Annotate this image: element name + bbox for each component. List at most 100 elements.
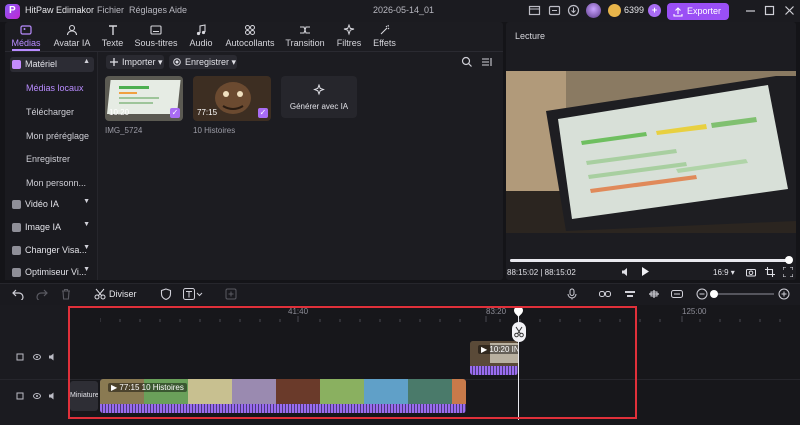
camera-icon[interactable] bbox=[746, 267, 756, 277]
microphone-icon[interactable] bbox=[566, 288, 578, 300]
redo-icon[interactable] bbox=[36, 288, 48, 300]
layout-icon[interactable] bbox=[528, 4, 541, 17]
tab-audio[interactable]: Audio bbox=[187, 24, 215, 50]
record-dropdown[interactable]: Enregistrer ▾ bbox=[169, 55, 237, 69]
media-name: 10 Histoires bbox=[193, 126, 236, 135]
zoom-slider-knob[interactable] bbox=[710, 290, 718, 298]
media-duration: 10:20 bbox=[109, 108, 130, 117]
sidebar-group-label: Vidéo IA bbox=[25, 199, 59, 209]
chevron-up-icon: ▲ bbox=[83, 58, 90, 65]
sidebar-item-telecharger[interactable]: Télécharger bbox=[26, 107, 74, 117]
tab-transition-label: Transition bbox=[285, 38, 325, 48]
volume-icon[interactable] bbox=[621, 267, 631, 277]
list-view-icon[interactable] bbox=[481, 56, 493, 68]
tab-transition[interactable]: Transition bbox=[284, 24, 326, 50]
app-logo: P bbox=[5, 4, 20, 19]
add-credits-button[interactable]: + bbox=[648, 4, 661, 17]
zoom-in-icon[interactable] bbox=[778, 288, 790, 300]
playback-knob[interactable] bbox=[785, 256, 793, 264]
split-label[interactable]: Diviser bbox=[109, 289, 137, 299]
chevron-down-icon: ▼ bbox=[83, 198, 90, 205]
tab-audio-label: Audio bbox=[189, 38, 213, 48]
search-icon[interactable] bbox=[461, 56, 473, 68]
media-item-10-histoires[interactable]: 77:15 ✓ bbox=[193, 76, 271, 121]
tab-filtres[interactable]: Filtres bbox=[335, 24, 363, 50]
menu-reglages[interactable]: Réglages bbox=[129, 5, 167, 15]
chevron-down-icon: ▼ bbox=[83, 221, 90, 228]
generate-ai-button[interactable]: Générer avec IA bbox=[281, 76, 357, 118]
current-time: 88:15:02 bbox=[507, 268, 539, 277]
highlight-box bbox=[68, 306, 637, 419]
aspect-ratio-dropdown[interactable]: 16:9 ▾ bbox=[713, 268, 735, 277]
check-icon: ✓ bbox=[170, 108, 180, 118]
preview-title: Lecture bbox=[515, 31, 546, 41]
crop-icon[interactable] bbox=[765, 267, 775, 277]
minimize-icon[interactable] bbox=[744, 4, 757, 17]
maximize-icon[interactable] bbox=[763, 4, 776, 17]
media-duration: 77:15 bbox=[197, 108, 218, 117]
undo-icon[interactable] bbox=[12, 288, 24, 300]
track-controls-overlay bbox=[16, 352, 62, 362]
face-icon bbox=[12, 246, 21, 255]
menu-fichier[interactable]: Fichier bbox=[97, 5, 124, 15]
project-name: 2026-05-14_01 bbox=[373, 5, 435, 15]
delete-icon[interactable] bbox=[60, 288, 72, 300]
tab-texte[interactable]: Texte bbox=[100, 24, 125, 50]
optimize-icon bbox=[12, 268, 21, 277]
tab-sous-titres[interactable]: Sous-titres bbox=[133, 24, 179, 50]
align-icon[interactable] bbox=[624, 288, 636, 300]
sidebar-group-label: Changer Visa... bbox=[25, 245, 87, 255]
sidebar-group-label: Optimiseur Vi... bbox=[25, 267, 87, 277]
fit-icon[interactable] bbox=[671, 288, 683, 300]
add-media-icon[interactable] bbox=[225, 288, 237, 300]
sidebar-item-enregistrer[interactable]: Enregistrer bbox=[26, 154, 70, 164]
sidebar-item-mon-personnage[interactable]: Mon personn... bbox=[26, 178, 86, 188]
link-icon[interactable] bbox=[599, 288, 611, 300]
export-button[interactable]: Exporter bbox=[667, 3, 729, 20]
media-name: IMG_5724 bbox=[105, 126, 143, 135]
menu-aide[interactable]: Aide bbox=[169, 5, 187, 15]
tab-effets[interactable]: Effets bbox=[371, 24, 398, 50]
media-item-img5724[interactable]: 10:20 ✓ bbox=[105, 76, 183, 121]
sidebar-item-medias-locaux[interactable]: Médias locaux bbox=[26, 83, 84, 93]
close-icon[interactable] bbox=[783, 4, 796, 17]
download-icon[interactable] bbox=[567, 4, 580, 17]
scissors-icon[interactable] bbox=[94, 288, 106, 300]
tab-avatar-ia[interactable]: Avatar IA bbox=[51, 24, 93, 50]
shield-icon[interactable] bbox=[160, 288, 172, 300]
tab-autocollants[interactable]: Autocollants bbox=[223, 24, 277, 50]
sidebar-group-image-ia[interactable]: Image IA ▼ bbox=[10, 220, 94, 235]
play-icon[interactable] bbox=[640, 266, 650, 277]
message-icon[interactable] bbox=[548, 4, 561, 17]
sidebar-group-optimiseur[interactable]: Optimiseur Vi... ▼ bbox=[10, 265, 94, 280]
zoom-out-icon[interactable] bbox=[696, 288, 708, 300]
tab-avatar-label: Avatar IA bbox=[53, 38, 91, 48]
sidebar-item-mon-preglage[interactable]: Mon préréglage bbox=[26, 131, 89, 141]
sidebar-group-changer-visage[interactable]: Changer Visa... ▼ bbox=[10, 243, 94, 258]
app-title: HitPaw Edimakor bbox=[25, 5, 95, 15]
track-controls-main bbox=[16, 391, 62, 401]
import-dropdown[interactable]: Importer ▾ bbox=[106, 55, 164, 69]
chevron-down-icon: ▼ bbox=[83, 266, 90, 273]
sidebar-group-video-ia[interactable]: Vidéo IA ▼ bbox=[10, 197, 94, 212]
text-style-dropdown[interactable] bbox=[183, 288, 203, 300]
aspect-ratio-value: 16:9 bbox=[713, 268, 729, 277]
fullscreen-icon[interactable] bbox=[783, 267, 793, 277]
video-icon bbox=[12, 200, 21, 209]
tab-sous-titres-label: Sous-titres bbox=[134, 38, 178, 48]
tab-filtres-label: Filtres bbox=[336, 38, 362, 48]
total-time: 88:15:02 bbox=[544, 268, 576, 277]
credits-count: 6399 bbox=[624, 5, 645, 15]
sidebar-group-label: Matériel bbox=[25, 59, 58, 69]
video-preview[interactable] bbox=[506, 71, 796, 233]
zoom-slider-track[interactable] bbox=[714, 293, 774, 295]
snap-icon[interactable] bbox=[648, 288, 660, 300]
user-avatar[interactable] bbox=[586, 3, 601, 18]
sidebar-group-materiel[interactable]: Matériel ▲ bbox=[10, 57, 94, 72]
time-readout: 88:15:02 | 88:15:02 bbox=[507, 268, 576, 277]
image-icon bbox=[12, 223, 21, 232]
record-label: Enregistrer bbox=[185, 57, 230, 67]
tab-medias[interactable]: Médias bbox=[9, 24, 43, 50]
tab-autocollants-label: Autocollants bbox=[225, 38, 275, 48]
sidebar-group-label: Image IA bbox=[25, 222, 62, 232]
